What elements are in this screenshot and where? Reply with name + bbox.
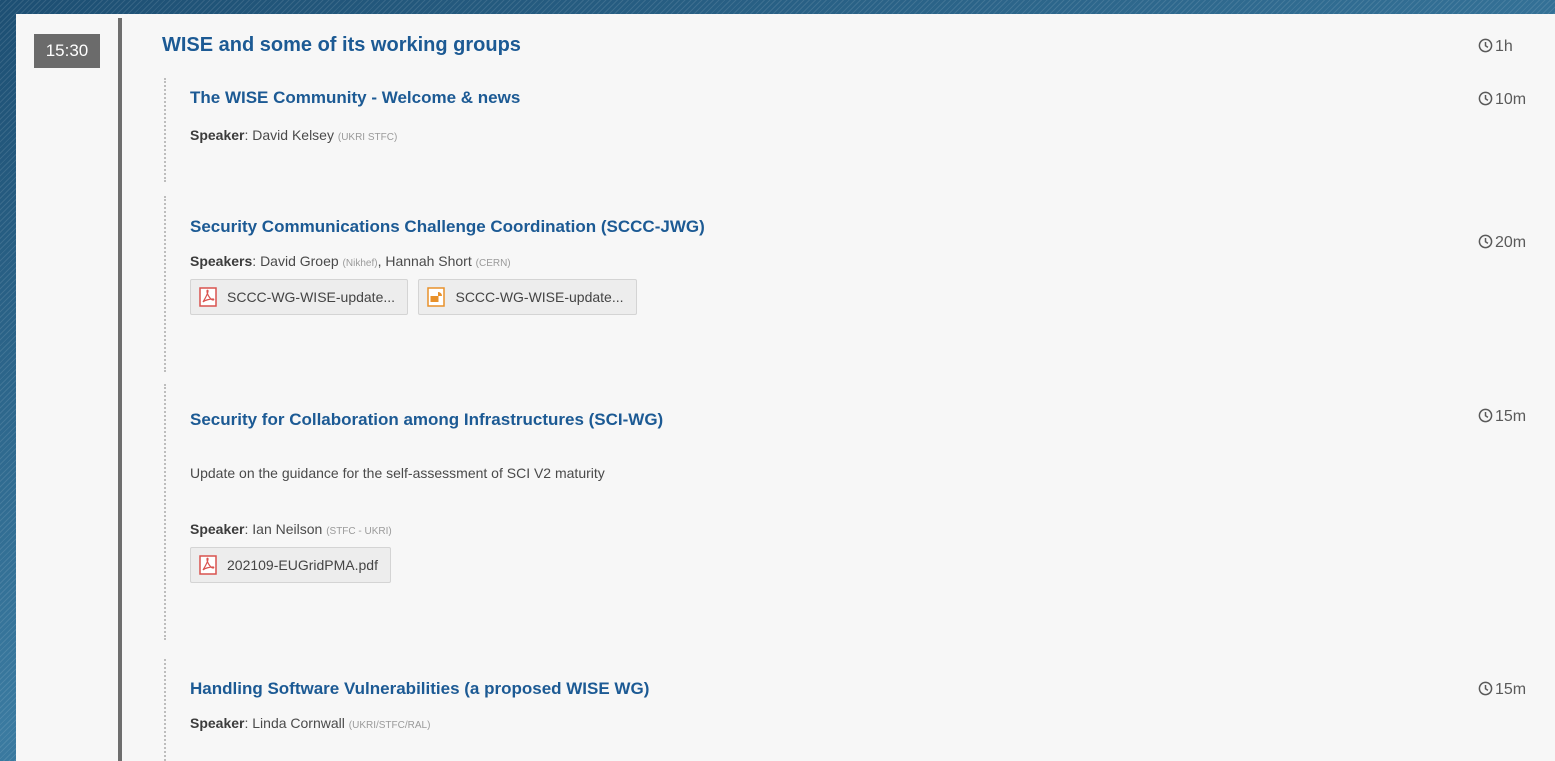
contribution-duration: 10m xyxy=(1478,91,1526,109)
speaker-line: Speaker: David Kelsey (UKRI STFC) xyxy=(190,127,398,143)
clock-icon xyxy=(1478,91,1493,106)
contribution-item: Security Communications Challenge Coordi… xyxy=(164,196,1555,372)
speaker-label: Speaker xyxy=(190,521,245,537)
contribution-duration: 15m xyxy=(1478,681,1526,699)
attachment-button[interactable]: SCCC-WG-WISE-update... xyxy=(418,279,637,315)
block-duration-value: 1h xyxy=(1495,38,1513,55)
attachment-button[interactable]: 202109-EUGridPMA.pdf xyxy=(190,547,391,583)
speaker-line: Speaker: Linda Cornwall (UKRI/STFC/RAL) xyxy=(190,715,431,731)
speaker-affiliation: (CERN) xyxy=(475,258,511,269)
speaker-label: Speaker xyxy=(190,127,245,143)
contribution-description: Update on the guidance for the self-asse… xyxy=(190,465,605,481)
speaker-name-link[interactable]: Linda Cornwall xyxy=(252,715,345,731)
speaker-name-link[interactable]: Hannah Short xyxy=(385,253,471,269)
contribution-item: Handling Software Vulnerabilities (a pro… xyxy=(164,659,1555,761)
contribution-duration-value: 10m xyxy=(1495,91,1527,108)
contribution-duration-value: 15m xyxy=(1495,408,1527,425)
block-duration: 1h xyxy=(1478,38,1513,56)
pdf-icon xyxy=(199,287,217,307)
speaker-affiliation: (UKRI/STFC/RAL) xyxy=(348,720,431,731)
speaker-affiliation: (UKRI STFC) xyxy=(337,132,398,143)
speaker-name-link[interactable]: David Groep xyxy=(260,253,339,269)
attachments-row: 202109-EUGridPMA.pdf xyxy=(190,547,1555,583)
attachment-button[interactable]: SCCC-WG-WISE-update... xyxy=(190,279,409,315)
attachments-row: SCCC-WG-WISE-update... SCCC-WG-WISE-upda… xyxy=(190,279,1555,315)
clock-icon xyxy=(1478,234,1493,249)
speaker-line: Speaker: Ian Neilson (STFC - UKRI) xyxy=(190,521,392,537)
speaker-name-link[interactable]: David Kelsey xyxy=(252,127,334,143)
contribution-title-link[interactable]: Security Communications Challenge Coordi… xyxy=(190,217,1555,237)
contribution-item: Security for Collaboration among Infrast… xyxy=(164,384,1555,640)
speaker-name-link[interactable]: Ian Neilson xyxy=(252,521,322,537)
block-start-time: 15:30 xyxy=(34,34,100,68)
attachment-label: SCCC-WG-WISE-update... xyxy=(227,289,396,305)
contribution-duration: 20m xyxy=(1478,234,1526,252)
clock-icon xyxy=(1478,38,1493,53)
speaker-affiliation: (Nikhef) xyxy=(342,258,378,269)
contribution-duration-value: 20m xyxy=(1495,234,1527,251)
contribution-item: The WISE Community - Welcome & news Spea… xyxy=(164,78,1555,182)
pdf-icon xyxy=(199,555,217,575)
block-title-link[interactable]: WISE and some of its working groups xyxy=(162,34,521,57)
attachment-label: 202109-EUGridPMA.pdf xyxy=(227,557,378,573)
clock-icon xyxy=(1478,408,1493,423)
speaker-line: Speakers: David Groep (Nikhef), Hannah S… xyxy=(190,253,511,269)
contribution-title-link[interactable]: The WISE Community - Welcome & news xyxy=(190,88,1555,108)
contribution-title-link[interactable]: Handling Software Vulnerabilities (a pro… xyxy=(190,679,1555,699)
speaker-label: Speakers xyxy=(190,253,253,269)
presentation-icon xyxy=(427,287,446,307)
contribution-duration-value: 15m xyxy=(1495,681,1527,698)
contribution-duration: 15m xyxy=(1478,408,1526,426)
speaker-affiliation: (STFC - UKRI) xyxy=(326,526,392,537)
speaker-label: Speaker xyxy=(190,715,245,731)
clock-icon xyxy=(1478,681,1493,696)
timetable-panel: 15:30 WISE and some of its working group… xyxy=(16,14,1555,761)
timeline-line xyxy=(118,18,122,761)
attachment-label: SCCC-WG-WISE-update... xyxy=(455,289,624,305)
contribution-title-link[interactable]: Security for Collaboration among Infrast… xyxy=(190,410,1555,430)
